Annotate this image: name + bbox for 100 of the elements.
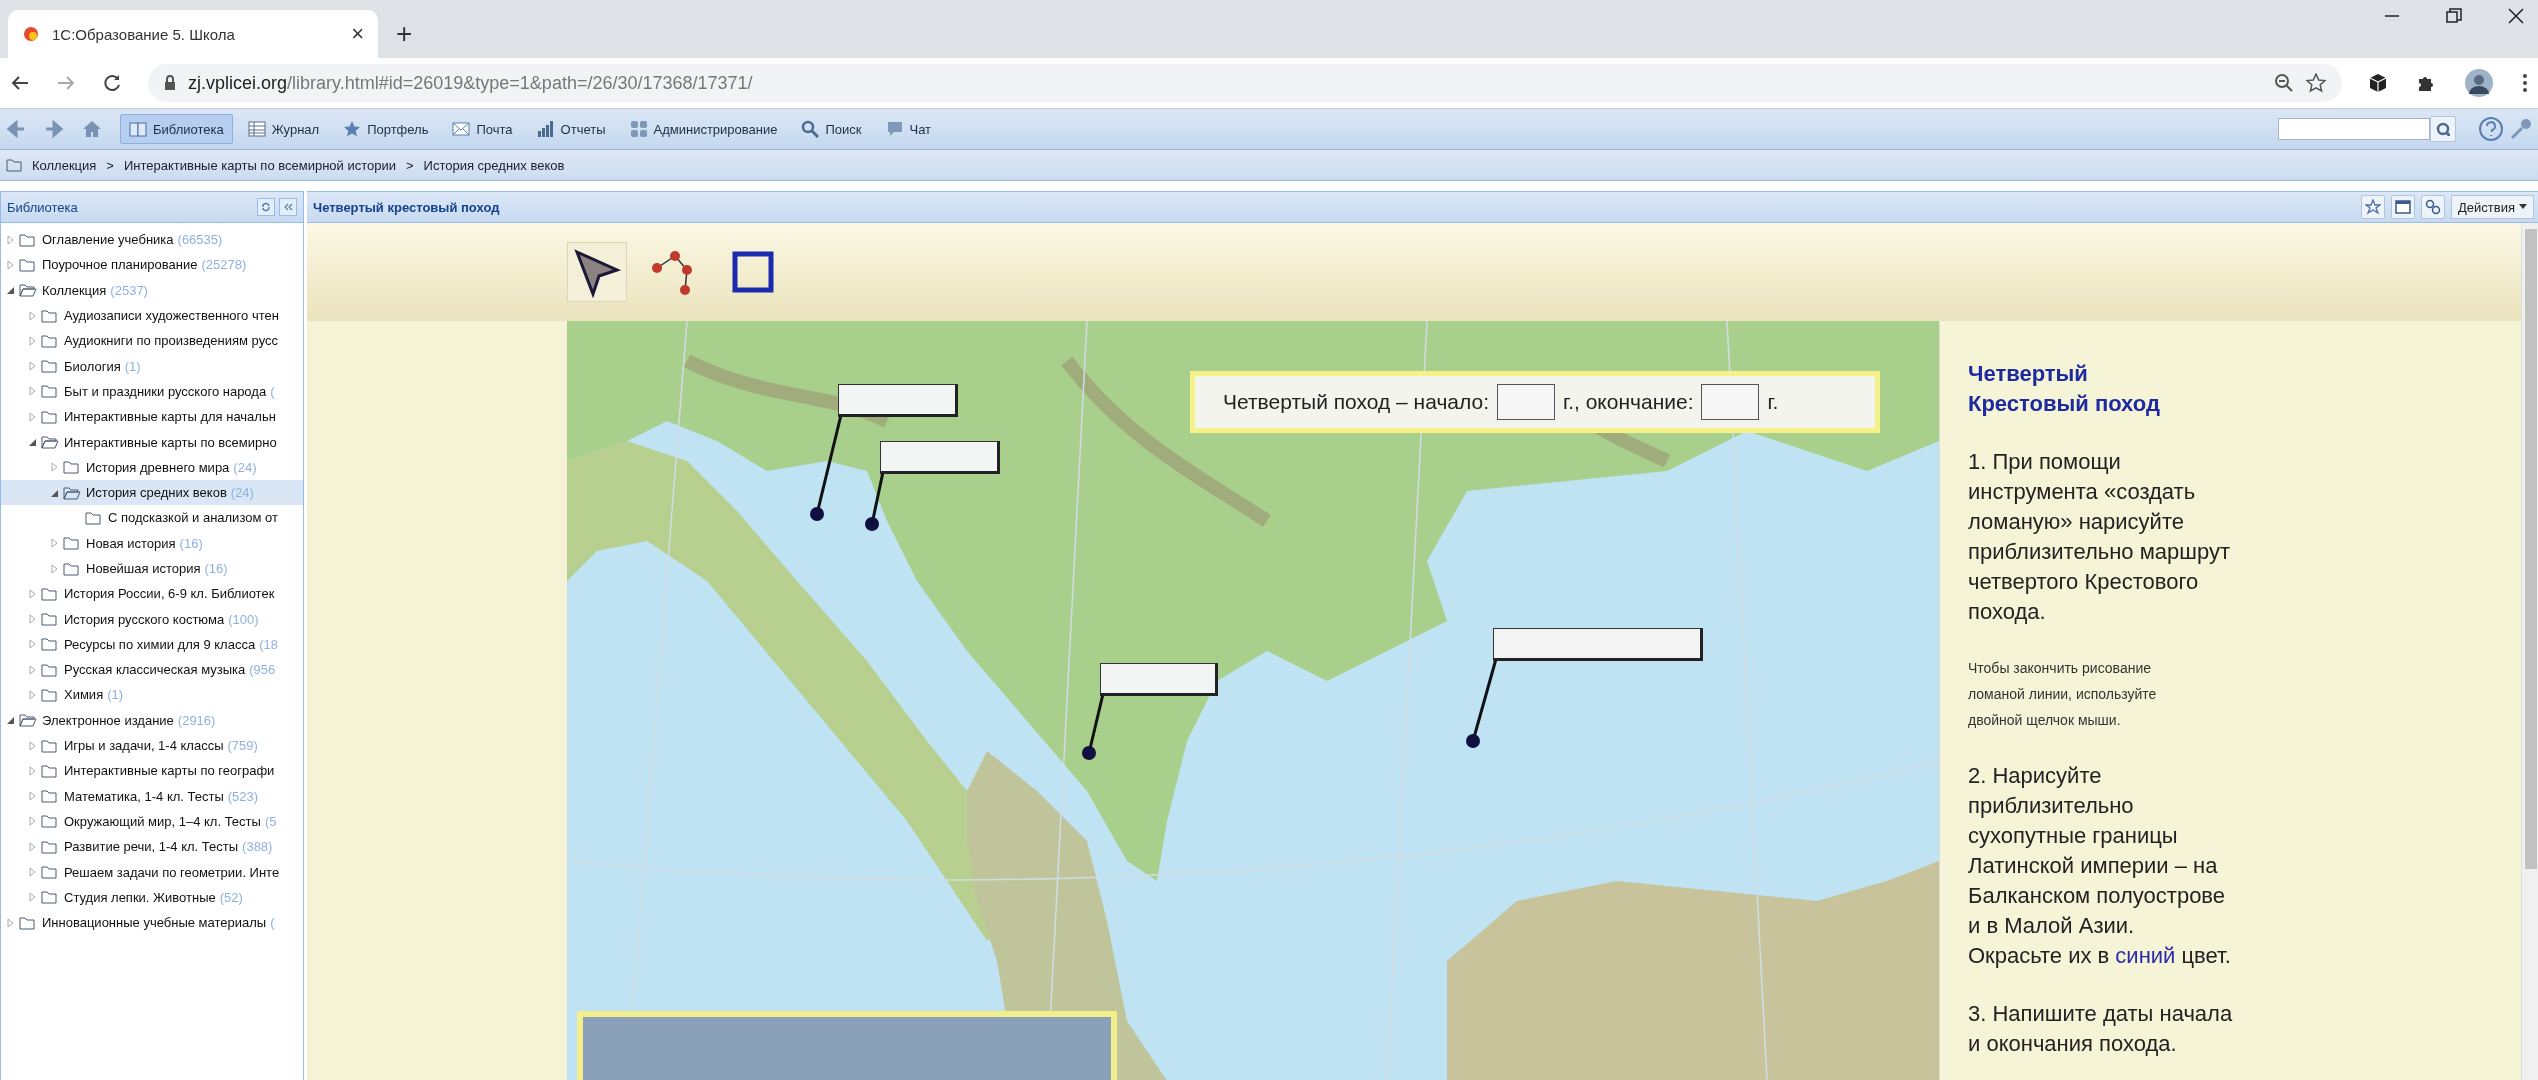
tree-item[interactable]: Оглавление учебника (66535)	[1, 227, 303, 253]
restore-icon[interactable]	[2446, 8, 2462, 24]
key-icon[interactable]	[2510, 118, 2532, 140]
toolbar-button[interactable]: Почта	[443, 114, 522, 144]
tree-item[interactable]: С подсказкой и анализом от	[1, 505, 303, 531]
collapsed-arrow-icon[interactable]	[27, 411, 37, 422]
tree-item[interactable]: Окружающий мир, 1–4 кл. Тесты (5	[1, 808, 303, 835]
collapsed-arrow-icon[interactable]	[27, 386, 37, 397]
collapsed-arrow-icon[interactable]	[27, 614, 37, 625]
favorite-button[interactable]	[2361, 195, 2386, 219]
close-tab-button[interactable]: ×	[351, 21, 364, 47]
address-field[interactable]: zj.vplicei.org/library.html#id=26019&type=1&path=/26/30/17368/17371/	[148, 64, 2342, 102]
expanded-arrow-icon[interactable]	[27, 437, 37, 447]
search-button[interactable]	[2430, 116, 2456, 142]
tree-item[interactable]: Студия лепки. Животные (52)	[1, 884, 303, 910]
collapsed-arrow-icon[interactable]	[27, 690, 37, 700]
bookmark-star-icon[interactable]	[2306, 73, 2326, 93]
collapsed-arrow-icon[interactable]	[49, 462, 59, 473]
toolbar-button[interactable]: Отчеты	[527, 114, 615, 144]
scrollbar-thumb[interactable]	[2525, 229, 2537, 869]
collapsed-arrow-icon[interactable]	[5, 234, 15, 245]
breadcrumb-link[interactable]: Коллекция	[32, 157, 97, 173]
label-field[interactable]	[880, 441, 1000, 474]
tree-item[interactable]: Аудиозаписи художественного чтен	[1, 302, 303, 329]
browser-tab[interactable]: 1С:Образование 5. Школа ×	[8, 10, 378, 58]
tree-item[interactable]: Поурочное планирование (25278)	[1, 252, 303, 278]
tree-item[interactable]: Инновационные учебные материалы (	[1, 910, 303, 936]
tree-item[interactable]: Интерактивные карты для начальн	[1, 404, 303, 430]
toolbar-button[interactable]: Журнал	[238, 114, 329, 144]
folder-icon	[41, 738, 59, 753]
collapsed-arrow-icon[interactable]	[27, 335, 37, 346]
collapsed-arrow-icon[interactable]	[27, 664, 37, 675]
collapsed-arrow-icon[interactable]	[27, 816, 37, 827]
end-date-field[interactable]	[1701, 384, 1760, 420]
tree-item[interactable]: История России, 6-9 кл. Библиотек	[1, 581, 303, 607]
tree-item[interactable]: Развитие речи, 1-4 кл. Тесты (388)	[1, 834, 303, 860]
link-button[interactable]	[2421, 195, 2446, 219]
new-tab-button[interactable]: +	[396, 18, 413, 50]
actions-button[interactable]: Действия	[2451, 195, 2534, 219]
collapsed-arrow-icon[interactable]	[5, 917, 15, 928]
zoom-out-icon[interactable]	[2274, 73, 2294, 93]
menu-icon[interactable]	[2522, 73, 2528, 93]
tree-item[interactable]: Коллекция (2537)	[1, 277, 303, 303]
collapsed-arrow-icon[interactable]	[27, 740, 37, 751]
tree-item[interactable]: Интерактивные карты по географи	[1, 758, 303, 784]
help-icon[interactable]	[2478, 116, 2504, 142]
avatar-icon[interactable]	[2464, 68, 2494, 98]
tree-item[interactable]: Математика, 1-4 кл. Тесты (523)	[1, 783, 303, 809]
collapsed-arrow-icon[interactable]	[5, 259, 15, 270]
collapsed-arrow-icon[interactable]	[27, 892, 37, 903]
forward-arrow-icon[interactable]	[44, 119, 66, 139]
toolbar-button[interactable]: Чат	[876, 114, 941, 144]
tree-item[interactable]: Аудиокниги по произведениям русс	[1, 328, 303, 354]
tree-item[interactable]: Быт и праздники русского народа (	[1, 378, 303, 405]
toolbar-button[interactable]: Портфель	[334, 114, 438, 144]
tree-item[interactable]: История средних веков (24)	[1, 479, 303, 506]
collapsed-arrow-icon[interactable]	[27, 791, 37, 802]
toolbar-button[interactable]: Поиск	[792, 114, 871, 144]
tree-item[interactable]: Новейшая история (16)	[1, 555, 303, 582]
collapsed-arrow-icon[interactable]	[27, 310, 37, 321]
toolbar-button[interactable]: Библиотека	[120, 114, 233, 144]
start-date-field[interactable]	[1497, 384, 1556, 420]
breadcrumb-link[interactable]: История средних веков	[423, 157, 565, 173]
reload-icon[interactable]	[102, 73, 122, 93]
tool-button[interactable]	[567, 242, 627, 302]
search-field[interactable]	[2278, 118, 2430, 140]
tree-item[interactable]: Биология (1)	[1, 353, 303, 379]
label-field[interactable]	[1493, 628, 1703, 661]
collapse-button[interactable]	[279, 198, 297, 216]
window-button[interactable]	[2391, 195, 2416, 219]
tree-item[interactable]: Решаем задачи по геометрии. Инте	[1, 859, 303, 885]
cube-icon[interactable]	[2368, 73, 2388, 93]
tree-item[interactable]: Новая история (16)	[1, 530, 303, 556]
tree-item[interactable]: История русского костюма (100)	[1, 606, 303, 632]
tree-item[interactable]: Русская классическая музыка (956	[1, 657, 303, 683]
tree-item[interactable]: Электронное издание (2916)	[1, 707, 303, 733]
label-field[interactable]	[838, 384, 958, 417]
label-field[interactable]	[1100, 663, 1218, 696]
expanded-arrow-icon[interactable]	[5, 715, 15, 726]
collapsed-arrow-icon[interactable]	[27, 765, 37, 776]
expanded-arrow-icon[interactable]	[5, 285, 15, 296]
refresh-button[interactable]	[257, 198, 275, 216]
tree-item[interactable]: Интерактивные карты по всемирно	[1, 429, 303, 455]
date-label: г., окончание:	[1563, 390, 1694, 414]
collapsed-arrow-icon[interactable]	[27, 639, 37, 650]
breadcrumb-link[interactable]: Интерактивные карты по всемирной истории	[123, 157, 396, 173]
toolbar-button[interactable]: Администрирование	[620, 114, 787, 144]
tree-item[interactable]: История древнего мира (24)	[1, 454, 303, 480]
collapsed-arrow-icon[interactable]	[27, 867, 37, 878]
tree-item[interactable]: Игры и задачи, 1-4 классы (759)	[1, 732, 303, 759]
collapsed-arrow-icon[interactable]	[27, 841, 37, 852]
collapsed-arrow-icon[interactable]	[49, 563, 59, 574]
close-icon[interactable]	[2508, 8, 2524, 24]
star-icon	[2365, 199, 2382, 215]
scrollbar[interactable]	[2521, 223, 2538, 1080]
tree-item[interactable]: Химия (1)	[1, 682, 303, 708]
collapsed-arrow-icon[interactable]	[49, 538, 59, 549]
collapsed-arrow-icon[interactable]	[27, 361, 37, 372]
tree-item[interactable]: Ресурсы по химии для 9 класса (18	[1, 631, 303, 658]
collapsed-arrow-icon[interactable]	[27, 588, 37, 599]
